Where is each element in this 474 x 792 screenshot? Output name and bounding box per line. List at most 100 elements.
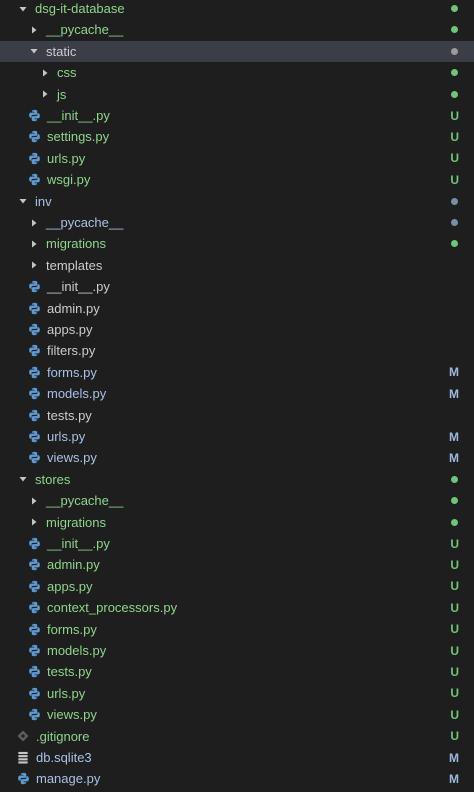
- status-dot-icon: [451, 0, 458, 19]
- status-dot-icon: [451, 84, 458, 105]
- explorer-item-label: apps.py: [47, 322, 93, 337]
- python-file-icon: [27, 365, 41, 379]
- explorer-file-init-py[interactable]: __init__.py: [0, 276, 474, 297]
- explorer-folder-css[interactable]: css: [0, 62, 474, 83]
- explorer-folder-static[interactable]: static: [0, 40, 474, 62]
- explorer-item-label: urls.py: [47, 150, 86, 166]
- chevron-right-icon[interactable]: [29, 218, 39, 228]
- explorer-file-urls-py[interactable]: urls.py U: [0, 683, 474, 704]
- explorer-file-forms-py[interactable]: forms.py U: [0, 619, 474, 640]
- explorer-item-label: context_processors.py: [47, 600, 178, 616]
- explorer-item-label: urls.py: [47, 685, 86, 701]
- explorer-file-context-processors-py[interactable]: context_processors.py U: [0, 597, 474, 618]
- python-file-icon: [27, 408, 41, 422]
- explorer-file-models-py[interactable]: models.py U: [0, 640, 474, 661]
- explorer-file-filters-py[interactable]: filters.py: [0, 340, 474, 361]
- explorer-item-label: admin.py: [47, 557, 100, 573]
- explorer-item-label: filters.py: [47, 343, 96, 359]
- chevron-right-icon[interactable]: [40, 89, 50, 99]
- explorer-file-views-py[interactable]: views.py M: [0, 447, 474, 468]
- explorer-folder-migrations[interactable]: migrations: [0, 512, 474, 533]
- modified-badge: M: [449, 750, 459, 765]
- status-dot: [451, 475, 458, 483]
- explorer-file-models-py[interactable]: models.py M: [0, 383, 474, 404]
- explorer-item-label: urls.py: [47, 429, 86, 444]
- explorer-item-label: stores: [35, 471, 71, 487]
- explorer-file-admin-py[interactable]: admin.py U: [0, 554, 474, 575]
- explorer-file-tests-py[interactable]: tests.py: [0, 405, 474, 426]
- chevron-down-icon[interactable]: [29, 46, 39, 56]
- modified-badge: M: [449, 365, 459, 380]
- explorer-folder-dsg-it-database[interactable]: dsg-it-database: [0, 0, 474, 19]
- untracked-badge: U: [450, 643, 459, 658]
- explorer-folder-stores[interactable]: stores: [0, 469, 474, 490]
- explorer-file-init-py[interactable]: __init__.py U: [0, 105, 474, 126]
- python-file-icon: [27, 301, 41, 315]
- explorer-file-views-py[interactable]: views.py U: [0, 704, 474, 725]
- explorer-item-label: inv: [35, 193, 52, 209]
- explorer-item-label: __init__.py: [47, 279, 110, 295]
- chevron-right-icon[interactable]: [29, 517, 39, 527]
- python-file-icon: [27, 579, 41, 593]
- explorer-file-init-py[interactable]: __init__.py U: [0, 533, 474, 554]
- explorer-folder-pycache[interactable]: __pycache__: [0, 212, 474, 233]
- python-file-icon: [27, 451, 41, 465]
- chevron-right-icon[interactable]: [40, 68, 50, 78]
- explorer-file-gitignore[interactable]: .gitignore U: [0, 726, 474, 747]
- explorer-file-urls-py[interactable]: urls.py U: [0, 148, 474, 169]
- explorer-folder-js[interactable]: js: [0, 84, 474, 105]
- python-file-icon: [27, 280, 41, 294]
- chevron-down-icon[interactable]: [18, 474, 28, 484]
- modified-badge: M: [449, 429, 459, 444]
- explorer-folder-pycache[interactable]: __pycache__: [0, 490, 474, 511]
- explorer-file-db-sqlite3[interactable]: db.sqlite3 M: [0, 747, 474, 768]
- explorer-folder-migrations[interactable]: migrations: [0, 233, 474, 254]
- explorer-item-label: .gitignore: [36, 728, 90, 744]
- explorer-file-apps-py[interactable]: apps.py U: [0, 576, 474, 597]
- untracked-badge: U: [450, 686, 459, 701]
- database-file-icon: [16, 751, 30, 765]
- untracked-badge: U: [450, 557, 459, 572]
- python-file-icon: [27, 130, 41, 144]
- chevron-right-icon[interactable]: [29, 25, 39, 35]
- chevron-right-icon[interactable]: [29, 260, 39, 270]
- explorer-file-tests-py[interactable]: tests.py U: [0, 661, 474, 682]
- explorer-file-urls-py[interactable]: urls.py M: [0, 426, 474, 447]
- explorer-file-settings-py[interactable]: settings.py U: [0, 126, 474, 147]
- explorer-item-label: db.sqlite3: [36, 750, 92, 765]
- python-file-icon: [27, 173, 41, 187]
- python-file-icon: [16, 772, 30, 786]
- explorer-folder-inv[interactable]: inv: [0, 191, 474, 212]
- gitignore-file-icon: [16, 729, 30, 743]
- chevron-right-icon[interactable]: [29, 496, 39, 506]
- python-file-icon: [27, 537, 41, 551]
- explorer-item-label: apps.py: [47, 578, 93, 594]
- explorer-file-wsgi-py[interactable]: wsgi.py U: [0, 169, 474, 190]
- explorer-item-label: __init__.py: [47, 108, 110, 123]
- modified-badge: M: [449, 386, 459, 401]
- status-dot: [451, 518, 458, 526]
- explorer-file-forms-py[interactable]: forms.py M: [0, 362, 474, 383]
- status-dot: [451, 90, 458, 98]
- explorer-item-label: views.py: [47, 450, 97, 466]
- explorer-item-label: models.py: [47, 386, 107, 402]
- python-file-icon: [27, 601, 41, 615]
- untracked-badge: U: [450, 536, 459, 551]
- explorer-folder-templates[interactable]: templates: [0, 255, 474, 276]
- untracked-badge: U: [450, 729, 459, 744]
- explorer-file-manage-py[interactable]: manage.py M: [0, 768, 474, 789]
- explorer-file-apps-py[interactable]: apps.py: [0, 319, 474, 340]
- chevron-down-icon[interactable]: [18, 4, 28, 14]
- explorer-item-label: __pycache__: [46, 493, 124, 509]
- untracked-badge: U: [450, 664, 459, 679]
- explorer-item-label: __pycache__: [46, 22, 124, 38]
- status-dot: [451, 497, 458, 505]
- untracked-badge: U: [450, 108, 459, 123]
- chevron-right-icon[interactable]: [29, 239, 39, 249]
- explorer-file-admin-py[interactable]: admin.py: [0, 298, 474, 319]
- status-dot: [451, 26, 458, 34]
- explorer-folder-pycache[interactable]: __pycache__: [0, 19, 474, 40]
- chevron-down-icon[interactable]: [18, 196, 28, 206]
- explorer-item-label: admin.py: [47, 300, 100, 316]
- untracked-badge: U: [450, 172, 459, 187]
